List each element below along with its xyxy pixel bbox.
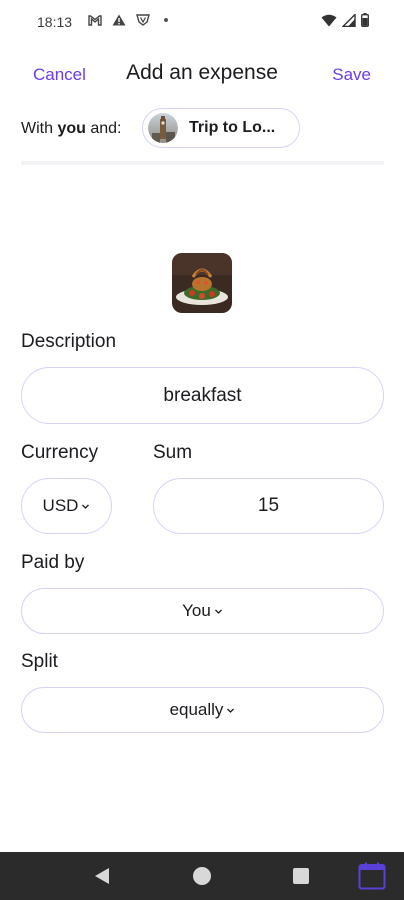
- warning-icon: [112, 14, 126, 25]
- paid-by-value: You: [182, 601, 211, 620]
- paid-by-select[interactable]: You: [21, 588, 384, 634]
- cancel-button[interactable]: Cancel: [33, 65, 86, 85]
- you-label: you: [57, 120, 86, 137]
- split-select[interactable]: equally: [21, 687, 384, 733]
- home-icon[interactable]: [193, 867, 211, 885]
- participants-row: With you and:: [21, 108, 122, 150]
- shield-icon: [136, 14, 150, 26]
- chevron-down-icon: [214, 609, 222, 614]
- status-notification-icons: [88, 13, 168, 26]
- chevron-down-icon: [227, 708, 235, 713]
- expense-photo[interactable]: [172, 253, 232, 313]
- system-navigation-bar: [0, 852, 404, 900]
- status-system-icons: [321, 13, 369, 27]
- description-value: breakfast: [163, 384, 242, 406]
- sum-label: Sum: [153, 442, 193, 463]
- description-input[interactable]: breakfast: [21, 367, 384, 424]
- sum-value: 15: [257, 495, 280, 516]
- status-bar: 18:13: [0, 0, 404, 46]
- back-icon[interactable]: [94, 867, 110, 885]
- paid-by-label: Paid by: [21, 552, 85, 573]
- group-name: Trip to Lo...: [189, 119, 276, 136]
- battery-icon: [361, 13, 369, 27]
- divider: [21, 161, 384, 165]
- recents-icon[interactable]: [293, 868, 309, 884]
- currency-select[interactable]: USD: [21, 478, 112, 534]
- currency-label: Currency: [21, 442, 99, 463]
- gmail-icon: [88, 14, 102, 26]
- split-label: Split: [21, 651, 58, 672]
- description-label: Description: [21, 331, 117, 352]
- save-button[interactable]: Save: [332, 65, 371, 85]
- chevron-down-icon: [82, 504, 90, 509]
- with-label: With you and:: [21, 120, 122, 137]
- signal-icon: [342, 13, 356, 27]
- split-value: equally: [169, 700, 224, 719]
- dot-icon: [164, 17, 168, 22]
- group-chip[interactable]: Trip to Lo...: [142, 108, 300, 148]
- sum-input[interactable]: 15: [153, 478, 384, 534]
- top-app-bar: Add an expense Cancel Save: [0, 52, 404, 96]
- status-time: 18:13: [37, 14, 73, 30]
- group-avatar: [148, 113, 178, 143]
- currency-value: USD: [42, 496, 79, 515]
- wifi-icon: [321, 14, 337, 26]
- calendar-icon[interactable]: [358, 862, 386, 890]
